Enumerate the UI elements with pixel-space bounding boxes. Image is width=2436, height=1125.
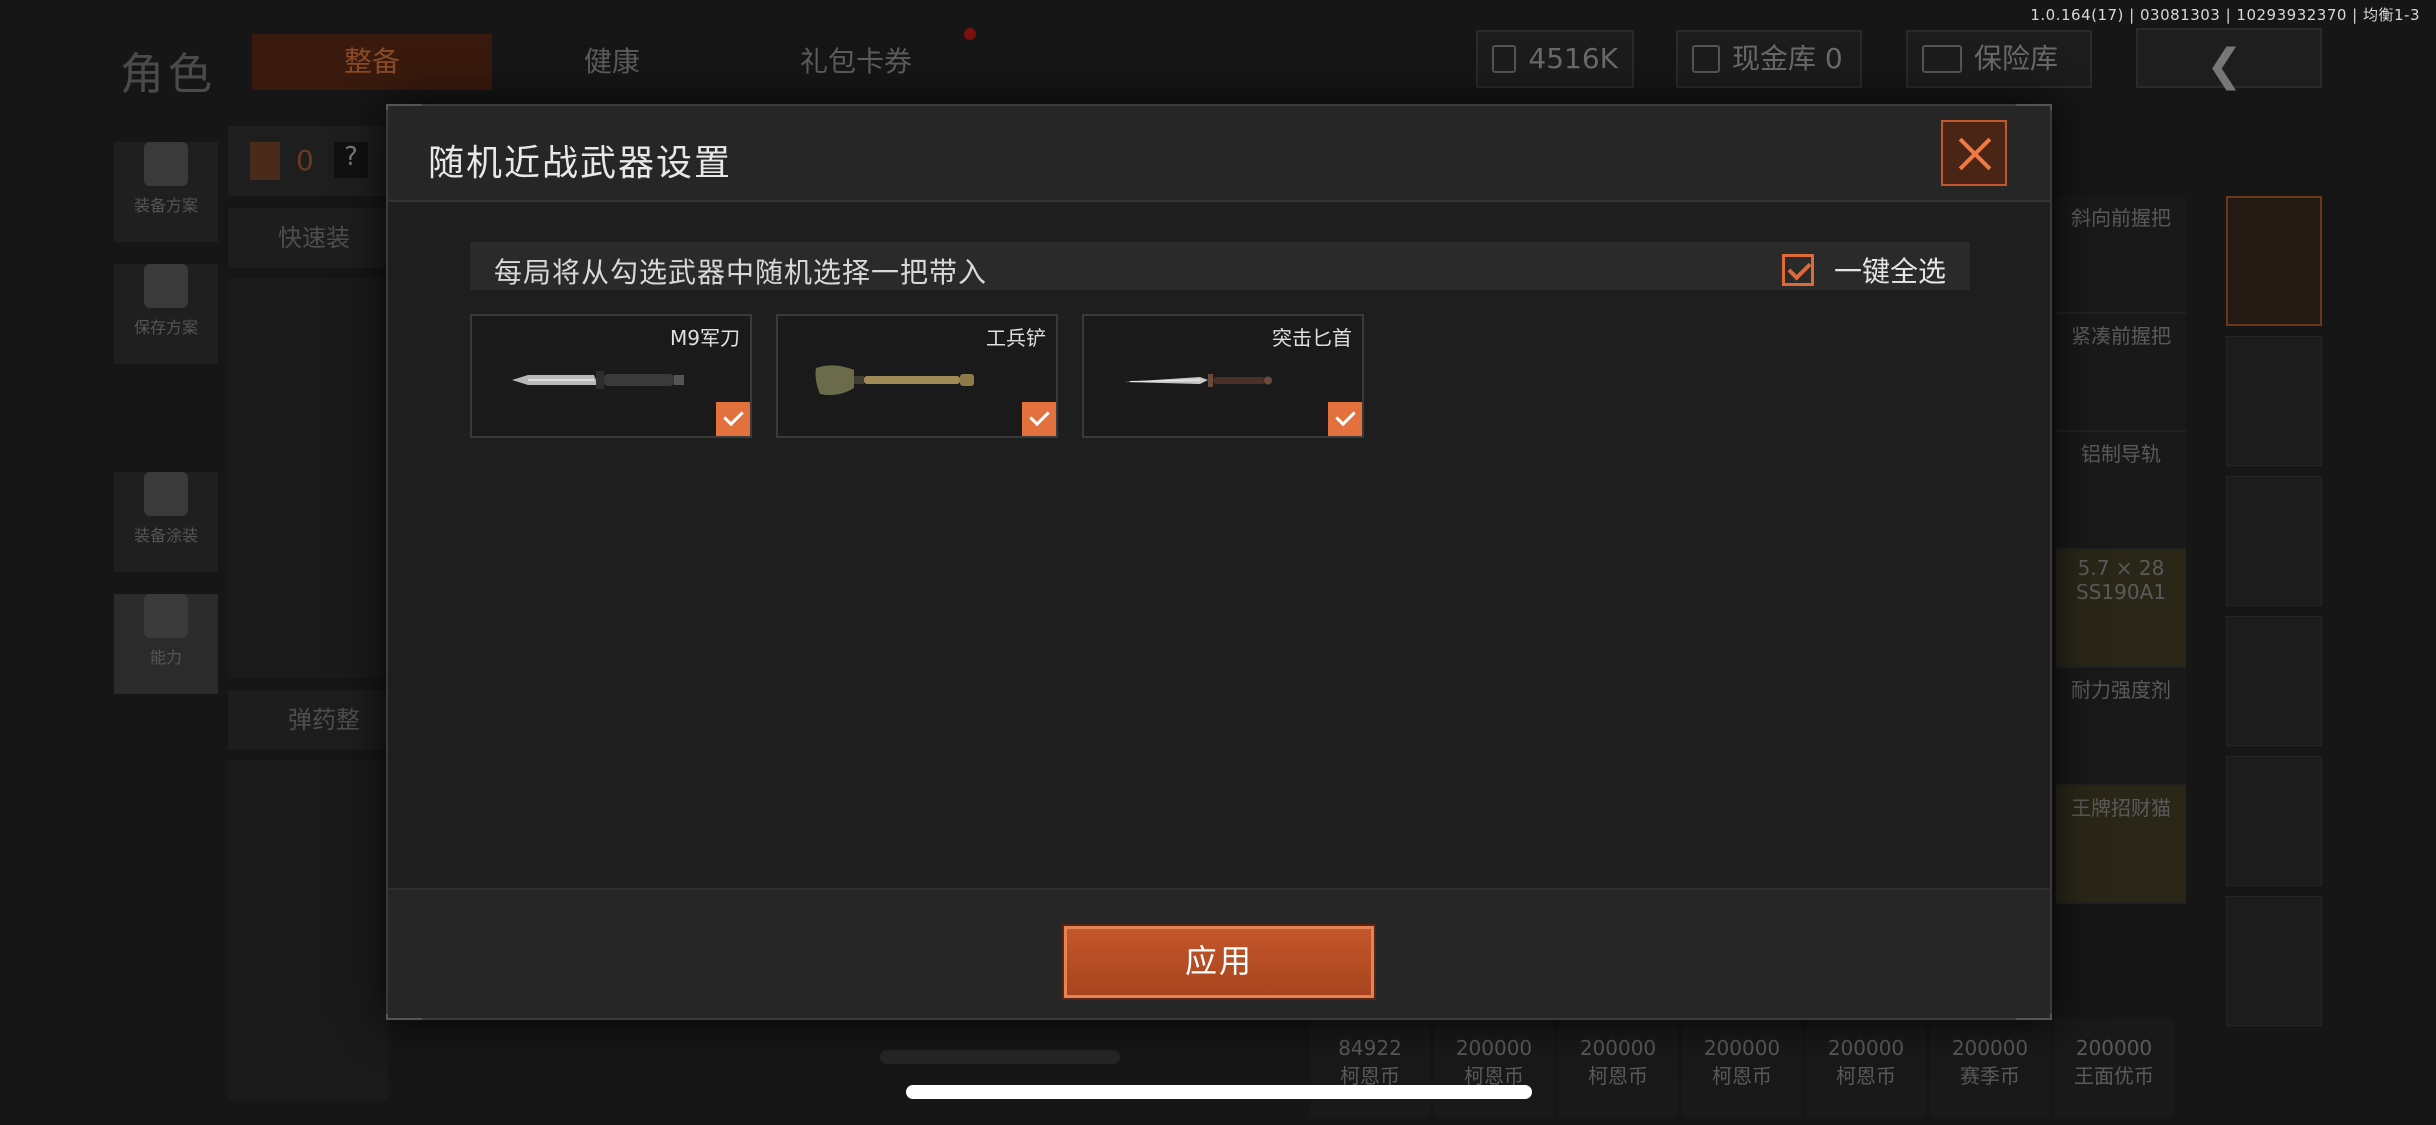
category-sight[interactable] bbox=[2226, 896, 2322, 1026]
ability-button[interactable]: 能力 bbox=[114, 594, 218, 694]
category-grip[interactable] bbox=[2226, 756, 2322, 886]
stash-items: 斜向前握把 紧凑前握把 铝制导轨 5.7 × 28 SS190A1 耐力强度剂 … bbox=[2056, 196, 2186, 904]
item-slot[interactable]: 铝制导轨 bbox=[2056, 432, 2186, 550]
safe-icon bbox=[1922, 45, 1962, 73]
armor-icon bbox=[250, 142, 280, 180]
category-rifle[interactable] bbox=[2226, 476, 2322, 606]
category-magazine[interactable] bbox=[2226, 616, 2322, 746]
weapon-list: M9军刀 工兵铲 突击匕首 bbox=[470, 314, 1364, 438]
cash-icon bbox=[1492, 45, 1517, 73]
loadout-panel bbox=[228, 278, 388, 678]
money-value: 4516K bbox=[1528, 42, 1618, 75]
shovel-icon bbox=[815, 365, 974, 396]
price-slot[interactable]: 200000 王面优币 bbox=[2054, 1018, 2174, 1118]
modal-header: 随机近战武器设置 bbox=[388, 106, 2050, 202]
price-slot[interactable]: 200000 柯恩币 bbox=[1806, 1018, 1926, 1118]
weapon-card-shovel[interactable]: 工兵铲 bbox=[776, 314, 1058, 438]
modal-body: 每局将从勾选武器中随机选择一把带入 一键全选 M9军刀 工兵铲 突击匕首 bbox=[388, 202, 2050, 888]
ammo-setup-button[interactable]: 弹药整 bbox=[228, 690, 388, 750]
weapon-card-dagger[interactable]: 突击匕首 bbox=[1082, 314, 1364, 438]
insurance-display[interactable]: 保险库 bbox=[1906, 30, 2092, 88]
page-title: 角色 bbox=[120, 49, 216, 100]
select-all-toggle[interactable]: 一键全选 bbox=[1781, 250, 1946, 290]
armor-summary: 0 ? bbox=[228, 126, 388, 196]
knife-icon bbox=[880, 1050, 1120, 1064]
home-indicator[interactable] bbox=[906, 1085, 1532, 1099]
weapon-name: 工兵铲 bbox=[986, 326, 1046, 350]
weapon-checkbox[interactable] bbox=[716, 402, 750, 436]
apply-button[interactable]: 应用 bbox=[1062, 924, 1376, 1000]
money-display[interactable]: 4516K bbox=[1476, 30, 1634, 88]
chevron-left-icon: ❮ bbox=[2206, 40, 2243, 91]
price-slot[interactable]: 84922 柯恩币 bbox=[1310, 1018, 1430, 1118]
vest-icon bbox=[144, 142, 188, 186]
equipment-plan-button[interactable]: 装备方案 bbox=[114, 142, 218, 242]
item-slot[interactable]: 紧凑前握把 bbox=[2056, 314, 2186, 432]
download-icon bbox=[144, 264, 188, 308]
bayonet-icon bbox=[512, 371, 684, 389]
equipment-skin-button[interactable]: 装备涂装 bbox=[114, 472, 218, 572]
category-column bbox=[2226, 196, 2326, 1036]
left-menu: 装备方案 保存方案 装备涂装 能力 bbox=[114, 126, 218, 716]
tab-health[interactable]: 健康 bbox=[492, 34, 732, 90]
price-slot[interactable]: 200000 柯恩币 bbox=[1434, 1018, 1554, 1118]
price-slot[interactable]: 200000 柯恩币 bbox=[1558, 1018, 1678, 1118]
weapon-checkbox[interactable] bbox=[1328, 402, 1362, 436]
modal-footer: 应用 bbox=[388, 888, 2050, 1018]
quick-equip-button[interactable]: 快速装 bbox=[228, 208, 388, 268]
armor-unknown: ? bbox=[334, 142, 368, 178]
info-bar: 每局将从勾选武器中随机选择一把带入 一键全选 bbox=[470, 242, 1970, 290]
random-melee-modal: 随机近战武器设置 每局将从勾选武器中随机选择一把带入 一键全选 M9军刀 工兵铲… bbox=[386, 104, 2052, 1020]
cash-vault-label: 现金库 0 bbox=[1732, 42, 1843, 75]
weapon-name: M9军刀 bbox=[670, 326, 740, 350]
category-headset[interactable] bbox=[2226, 336, 2322, 466]
item-slot[interactable]: 耐力强度剂 bbox=[2056, 668, 2186, 786]
weapon-checkbox[interactable] bbox=[1022, 402, 1056, 436]
weapon-card-m9[interactable]: M9军刀 bbox=[470, 314, 752, 438]
ammo-panel bbox=[228, 760, 388, 1100]
item-slot[interactable]: 王牌招财猫 bbox=[2056, 786, 2186, 904]
dagger-icon bbox=[1124, 374, 1272, 387]
close-button[interactable] bbox=[1941, 120, 2007, 186]
vault-icon bbox=[1692, 45, 1720, 73]
armor-count: 0 bbox=[296, 144, 314, 177]
weapon-name: 突击匕首 bbox=[1272, 326, 1352, 350]
version-info: 1.0.164(17) | 03081303 | 10293932370 | 均… bbox=[2030, 6, 2420, 24]
modal-title: 随机近战武器设置 bbox=[428, 143, 733, 184]
price-slot[interactable]: 200000 柯恩币 bbox=[1682, 1018, 1802, 1118]
helmet-icon bbox=[144, 472, 188, 516]
category-helmet[interactable] bbox=[2226, 196, 2322, 326]
price-row: 84922 柯恩币 200000 柯恩币 200000 柯恩币 200000 柯恩币 2… bbox=[1310, 1018, 2250, 1118]
back-button[interactable]: ❮ bbox=[2136, 28, 2322, 91]
tab-equip[interactable]: 整备 bbox=[252, 34, 492, 90]
tab-gift-cards[interactable]: 礼包卡券 bbox=[736, 34, 976, 90]
info-text: 每局将从勾选武器中随机选择一把带入 bbox=[494, 256, 988, 289]
insurance-label: 保险库 bbox=[1974, 42, 2059, 75]
item-slot[interactable]: 5.7 × 28 SS190A1 bbox=[2056, 550, 2186, 668]
item-slot[interactable]: 斜向前握把 bbox=[2056, 196, 2186, 314]
select-all-checkbox[interactable] bbox=[1781, 254, 1814, 286]
save-plan-button[interactable]: 保存方案 bbox=[114, 264, 218, 364]
notification-dot bbox=[964, 28, 976, 40]
price-slot[interactable]: 200000 赛季币 bbox=[1930, 1018, 2050, 1118]
select-all-label: 一键全选 bbox=[1833, 255, 1946, 288]
cash-vault-display[interactable]: 现金库 0 bbox=[1676, 30, 1862, 88]
lightning-icon bbox=[144, 594, 188, 638]
